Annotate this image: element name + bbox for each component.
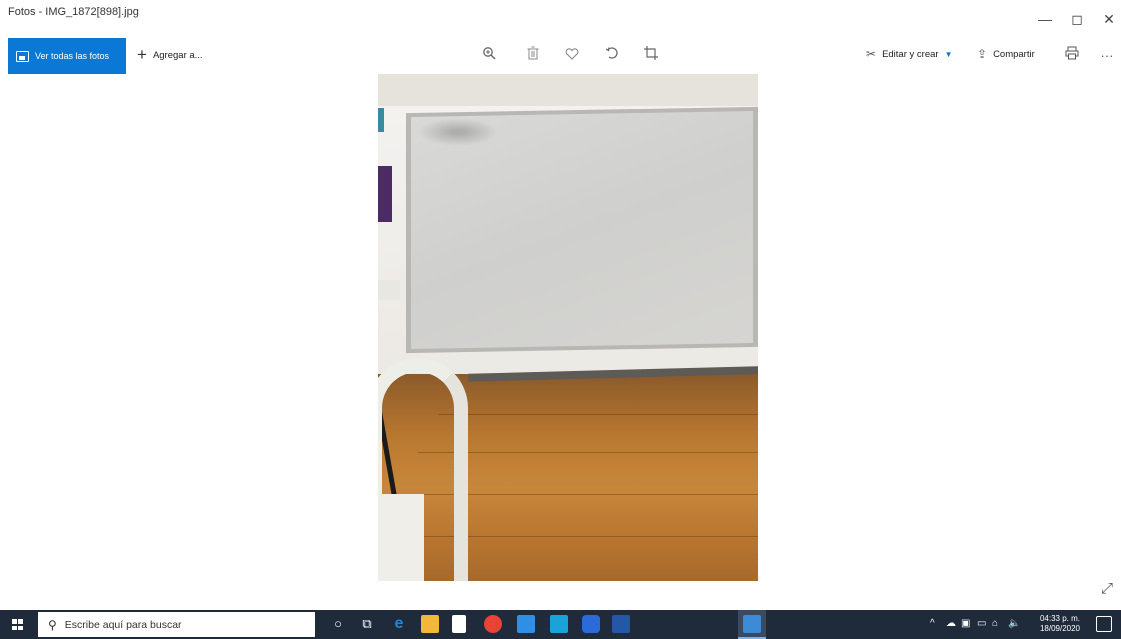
clock-time: 04:33 p. m. <box>1039 614 1081 623</box>
clock-date: 18/09/2020 <box>1039 624 1081 633</box>
delete-icon[interactable] <box>522 46 544 66</box>
print-icon[interactable] <box>1061 46 1083 66</box>
rotate-icon[interactable] <box>601 46 623 66</box>
mail-icon[interactable] <box>517 615 535 633</box>
add-to-label: Agregar a... <box>152 49 203 61</box>
title-bar: Fotos - IMG_1872[898].jpg — ◻ ✕ <box>0 0 1121 38</box>
taskbar: ⚲ Escribe aquí para buscar ○ ⧉ e ^ ☁ ▣ ▭… <box>0 610 1121 639</box>
photo-teal-object <box>378 108 384 132</box>
network-app-icon[interactable]: ▣ <box>961 618 970 629</box>
app-icon[interactable] <box>582 615 600 633</box>
close-button[interactable]: ✕ <box>1094 8 1121 30</box>
file-explorer-icon[interactable] <box>421 615 439 633</box>
task-view-icon[interactable]: ⧉ <box>358 614 376 634</box>
plus-icon: + <box>137 45 147 64</box>
maximize-button[interactable]: ◻ <box>1062 8 1092 30</box>
search-icon: ⚲ <box>48 617 57 632</box>
share-button[interactable]: ⇪ Compartir <box>977 47 1035 61</box>
photo-floor-plank <box>418 452 758 453</box>
taskbar-clock[interactable]: 04:33 p. m. 18/09/2020 <box>1033 614 1087 634</box>
cortana-icon[interactable]: ○ <box>329 614 347 634</box>
share-label: Compartir <box>993 48 1035 60</box>
photo-floor-plank <box>438 414 758 415</box>
photo-toolbar: Ver todas las fotos + Agregar a... ✂ Edi… <box>0 38 1121 74</box>
photo-whiteboard <box>411 111 753 349</box>
view-all-photos-button[interactable]: Ver todas las fotos <box>8 38 126 74</box>
battery-icon[interactable]: ▭ <box>977 618 986 629</box>
edit-create-icon: ✂ <box>866 47 877 61</box>
start-button[interactable] <box>0 610 34 639</box>
app-icon[interactable] <box>550 615 568 633</box>
photo-floor-plank <box>418 536 758 537</box>
photo-chair-seat <box>378 494 424 581</box>
photo-top-strip <box>378 74 758 106</box>
notification-center-icon[interactable] <box>1096 616 1112 632</box>
photo-purple-object <box>378 166 392 222</box>
add-to-button[interactable]: + Agregar a... <box>137 45 203 64</box>
search-placeholder: Escribe aquí para buscar <box>64 618 182 631</box>
window-title: Fotos - IMG_1872[898].jpg <box>8 6 139 18</box>
chevron-up-icon[interactable]: ^ <box>930 618 935 629</box>
photos-icon <box>743 615 761 633</box>
taskbar-search-box[interactable]: ⚲ Escribe aquí para buscar <box>38 612 315 637</box>
more-options-button[interactable]: ··· <box>1096 46 1118 66</box>
chevron-down-icon: ▼ <box>944 49 953 59</box>
photos-app-taskbar-button[interactable] <box>738 610 766 639</box>
onedrive-icon[interactable]: ☁ <box>946 618 956 629</box>
view-all-photos-label: Ver todas las fotos <box>35 51 110 61</box>
edit-create-button[interactable]: ✂ Editar y crear ▼ <box>866 47 952 61</box>
expand-icon[interactable]: ⤢ <box>1098 580 1116 598</box>
photo-viewer-image[interactable] <box>378 74 758 581</box>
store-icon[interactable] <box>452 615 466 633</box>
word-icon[interactable] <box>612 615 630 633</box>
volume-icon[interactable]: 🔈 <box>1008 618 1020 629</box>
network-icon[interactable]: ⌂ <box>992 618 998 629</box>
crop-icon[interactable] <box>640 46 662 66</box>
zoom-icon[interactable] <box>478 46 500 66</box>
edit-create-label: Editar y crear <box>882 48 939 60</box>
photo-shelf <box>378 280 400 300</box>
windows-icon <box>11 619 23 630</box>
photos-icon <box>16 50 29 62</box>
chrome-icon[interactable] <box>484 615 502 633</box>
minimize-button[interactable]: — <box>1030 8 1060 30</box>
share-icon: ⇪ <box>977 47 988 61</box>
edge-icon[interactable]: e <box>390 614 408 634</box>
photo-floor-plank <box>418 494 758 495</box>
favorite-icon[interactable] <box>561 46 583 66</box>
photo-whiteboard-smudge <box>418 118 498 146</box>
